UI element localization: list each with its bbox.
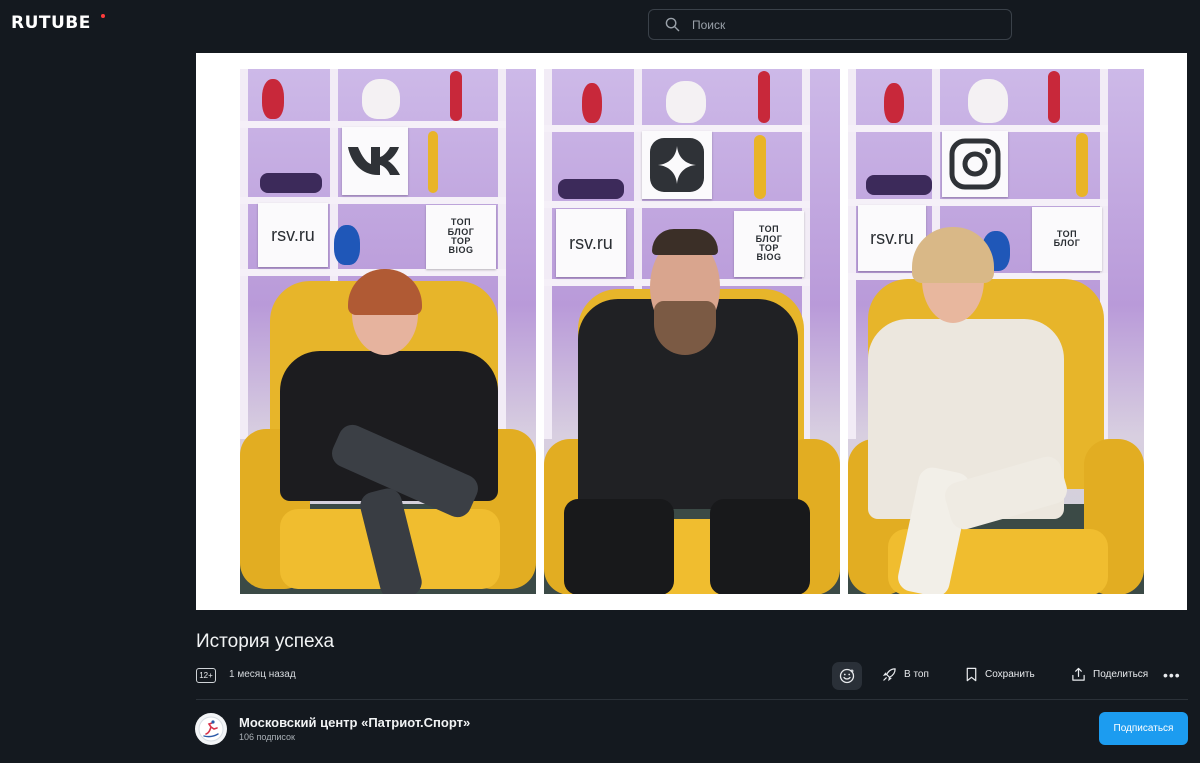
- zen-logo-icon: [642, 131, 712, 199]
- logo-dot: [101, 14, 105, 18]
- reaction-button[interactable]: [832, 662, 862, 690]
- save-label: Сохранить: [985, 669, 1035, 680]
- video-frame-instagram: rsv.ru ТОП БЛОГ: [848, 69, 1144, 594]
- divider: [196, 699, 1188, 700]
- video-frame-zen: rsv.ru ТОП БЛОГ TOP BlOG: [544, 69, 840, 594]
- search-input[interactable]: [692, 17, 992, 32]
- vk-logo-icon: [342, 127, 408, 195]
- rsv-plaque: rsv.ru: [258, 203, 328, 267]
- top-blog-plaque: ТОП БЛОГ TOP BlOG: [734, 211, 804, 277]
- video-title: История успеха: [196, 631, 335, 652]
- search-bar[interactable]: [648, 9, 1012, 40]
- video-player[interactable]: rsv.ru ТОП БЛОГ TOP BlOG rsv.ru ТОП БЛОГ…: [196, 53, 1187, 610]
- age-rating-badge: 12+: [196, 668, 216, 683]
- video-frame-vk: rsv.ru ТОП БЛОГ TOP BlOG: [240, 69, 536, 594]
- rsv-plaque: rsv.ru: [556, 209, 626, 277]
- share-label: Поделиться: [1093, 669, 1149, 680]
- to-top-button[interactable]: В топ: [882, 667, 929, 682]
- channel-avatar[interactable]: [195, 713, 227, 745]
- publish-date: 1 месяц назад: [229, 669, 296, 680]
- runner-logo-icon: [198, 716, 224, 742]
- share-button[interactable]: Поделиться: [1071, 667, 1148, 682]
- rocket-icon: [882, 668, 896, 682]
- subscriber-count: 106 подписок: [239, 732, 295, 742]
- bookmark-icon: [966, 667, 977, 682]
- top-blog-plaque: ТОП БЛОГ TOP BlOG: [426, 205, 496, 269]
- top-blog-plaque: ТОП БЛОГ: [1032, 207, 1102, 271]
- share-icon: [1072, 667, 1085, 681]
- channel-name[interactable]: Московский центр «Патриот.Спорт»: [239, 715, 470, 730]
- more-options-icon[interactable]: •••: [1163, 667, 1181, 683]
- smile-icon: [839, 668, 855, 684]
- rutube-logo[interactable]: RUTUBE: [11, 13, 91, 33]
- save-button[interactable]: Сохранить: [965, 667, 1035, 682]
- search-icon: [665, 17, 680, 32]
- to-top-label: В топ: [904, 669, 929, 680]
- subscribe-button[interactable]: Подписаться: [1099, 712, 1188, 745]
- instagram-logo-icon: [942, 131, 1008, 197]
